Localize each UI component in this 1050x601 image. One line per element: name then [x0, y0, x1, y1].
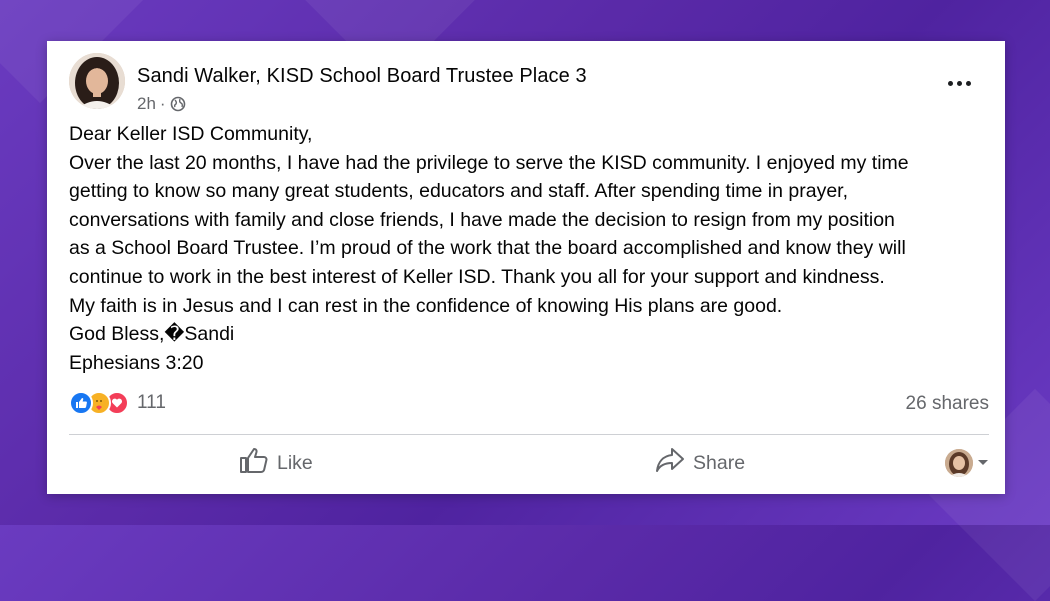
post-line: continue to work in the best interest of…	[69, 265, 885, 288]
post-actions: Like Share	[69, 439, 989, 487]
reactions-summary[interactable]: 111	[69, 391, 166, 415]
post-line: God Bless,�Sandi	[69, 323, 235, 346]
globe-icon	[170, 96, 186, 112]
post-line: conversations with family and close frie…	[69, 208, 895, 231]
user-avatar	[945, 449, 973, 477]
post-line: My faith is in Jesus and I can rest in t…	[69, 294, 783, 317]
author-avatar[interactable]	[69, 53, 125, 109]
more-options-icon[interactable]	[941, 73, 977, 93]
post-line: as a School Board Trustee. I’m proud of …	[69, 237, 906, 260]
facebook-post-card: Sandi Walker, KISD School Board Trustee …	[47, 41, 1005, 494]
post-line: Ephesians 3:20	[69, 351, 204, 374]
react-as-selector[interactable]	[945, 449, 989, 477]
divider	[69, 434, 989, 435]
post-line: Over the last 20 months, I have had the …	[69, 151, 909, 174]
thumbs-up-icon	[239, 446, 269, 480]
shares-count[interactable]: 26 shares	[906, 393, 989, 415]
post-line: Dear Keller ISD Community,	[69, 123, 313, 145]
chevron-down-icon	[977, 454, 989, 472]
share-button[interactable]: Share	[655, 439, 745, 487]
like-label: Like	[277, 451, 313, 474]
author-name[interactable]: Sandi Walker, KISD School Board Trustee …	[137, 65, 587, 88]
post-meta: 2h ·	[137, 94, 186, 114]
post-time[interactable]: 2h	[137, 94, 156, 114]
like-button[interactable]: Like	[239, 439, 313, 487]
post-body: Dear Keller ISD Community, Over the last…	[69, 120, 994, 377]
share-label: Share	[693, 451, 746, 474]
meta-separator: ·	[159, 94, 166, 113]
reaction-count[interactable]: 111	[137, 392, 166, 414]
post-header: Sandi Walker, KISD School Board Trustee …	[69, 53, 983, 113]
post-line: getting to know so many great students, …	[69, 180, 849, 203]
share-arrow-icon	[655, 447, 685, 479]
like-icon	[69, 391, 93, 415]
